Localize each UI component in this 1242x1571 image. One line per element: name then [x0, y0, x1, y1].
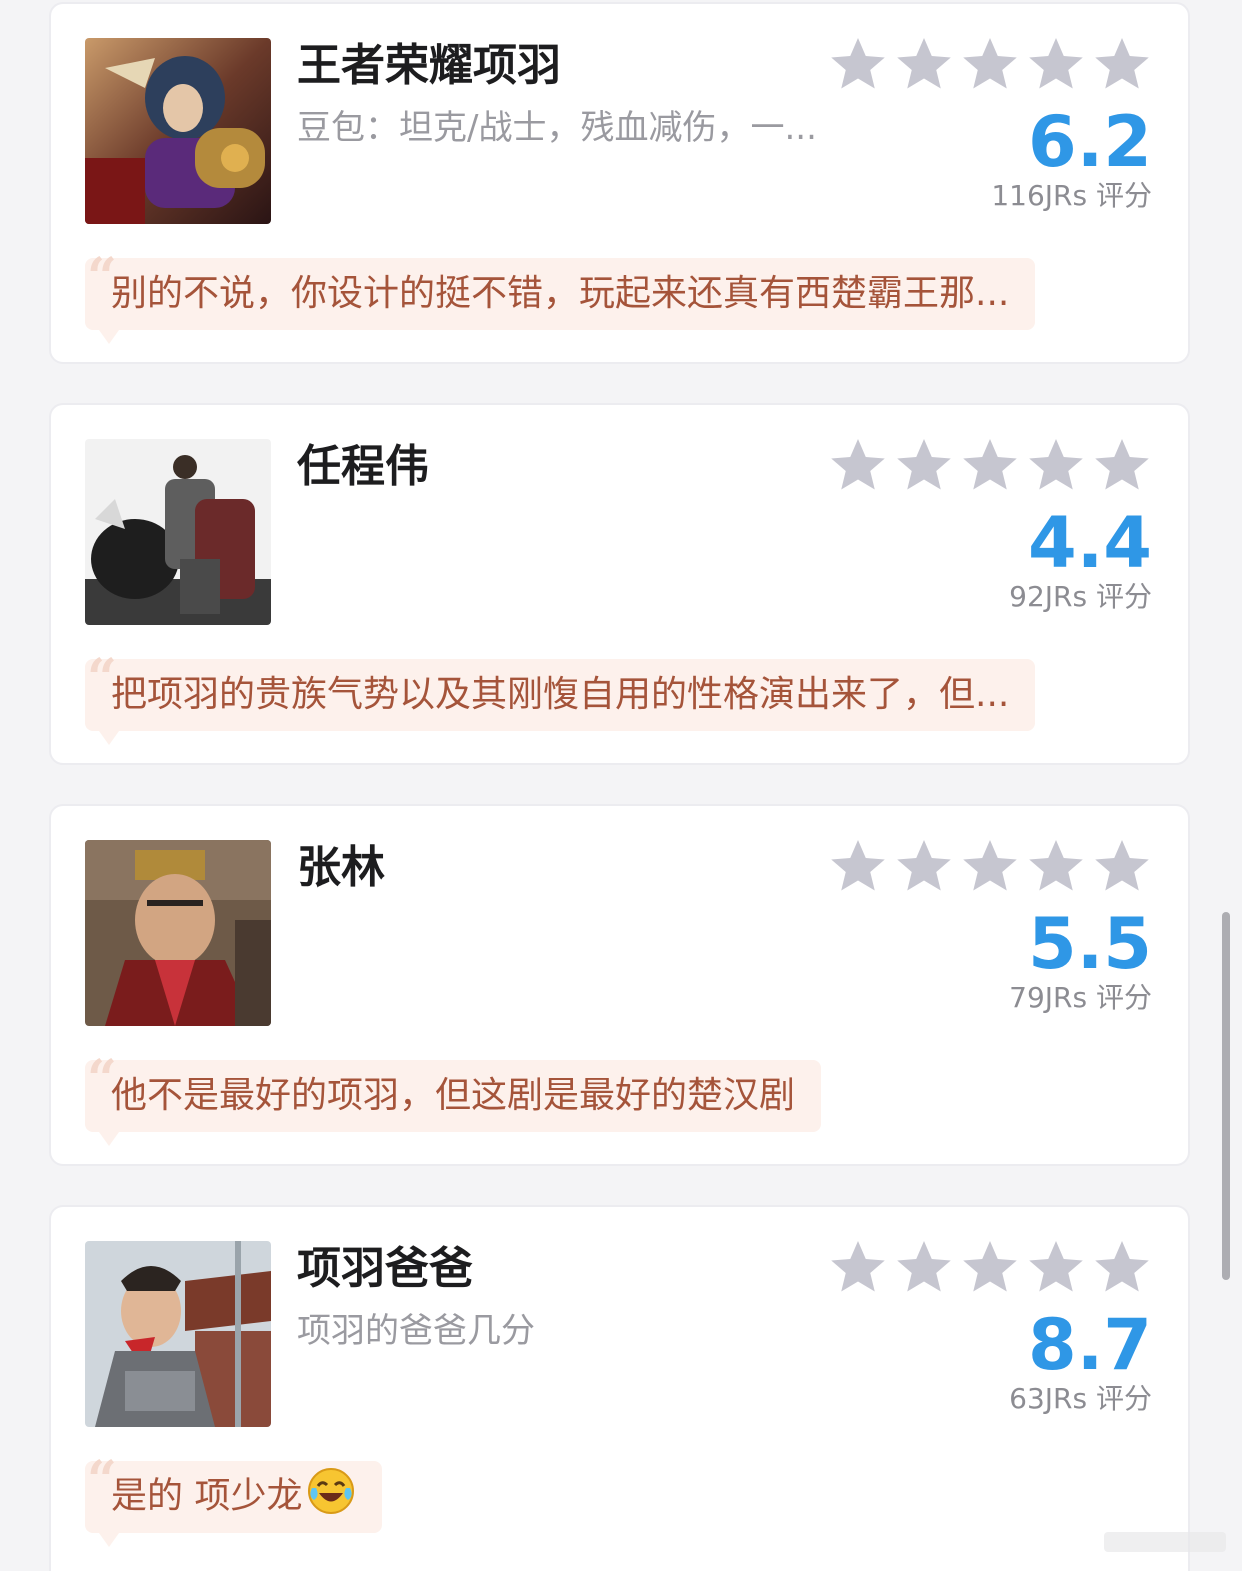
star-rating[interactable]	[828, 1237, 1152, 1297]
star-icon[interactable]	[894, 34, 954, 94]
star-icon[interactable]	[828, 1237, 888, 1297]
star-icon[interactable]	[1026, 836, 1086, 896]
comment-text: 他不是最好的项羽，但这剧是最好的楚汉剧	[111, 1075, 796, 1116]
star-rating[interactable]	[828, 836, 1152, 896]
star-icon[interactable]	[1092, 836, 1152, 896]
star-rating[interactable]	[828, 435, 1152, 495]
comment-bubble[interactable]: “ 是的 项少龙	[85, 1455, 383, 1547]
laughing-crying-emoji-icon	[306, 1466, 356, 1529]
avatar[interactable]	[85, 1241, 271, 1427]
bubble-tail	[99, 1533, 119, 1547]
subtitle: 项羽的爸爸几分	[297, 1311, 535, 1351]
name-title: 项羽爸爸	[297, 1243, 473, 1294]
actor-portrait-image	[85, 840, 271, 1026]
star-icon[interactable]	[960, 1237, 1020, 1297]
comment-bubble[interactable]: “ 把项羽的贵族气势以及其刚愎自用的性格演出来了，但...	[85, 653, 1036, 745]
actor-in-armor-image	[85, 1241, 271, 1427]
star-icon[interactable]	[828, 836, 888, 896]
comment-text: 是的 项少龙	[111, 1475, 303, 1516]
bubble-tail	[99, 1132, 119, 1146]
score: 8.7	[1027, 1304, 1152, 1386]
star-icon[interactable]	[894, 836, 954, 896]
star-icon[interactable]	[1092, 1237, 1152, 1297]
comment-text: 把项羽的贵族气势以及其刚愎自用的性格演出来了，但...	[111, 674, 1010, 715]
bubble-tail	[99, 731, 119, 745]
star-rating[interactable]	[828, 34, 1152, 94]
name-title: 张林	[297, 842, 385, 893]
comment-line: 是的 项少龙	[111, 1466, 356, 1529]
star-icon[interactable]	[1026, 1237, 1086, 1297]
star-icon[interactable]	[1026, 435, 1086, 495]
star-icon[interactable]	[894, 1237, 954, 1297]
star-icon[interactable]	[828, 435, 888, 495]
name-title: 任程伟	[297, 441, 429, 492]
star-icon[interactable]	[1092, 435, 1152, 495]
rating-count: 116JRs 评分	[991, 179, 1152, 212]
rating-count: 92JRs 评分	[1009, 580, 1152, 613]
score: 5.5	[1027, 903, 1152, 985]
name-title: 王者荣耀项羽	[297, 40, 561, 91]
comment-text: 别的不说，你设计的挺不错，玩起来还真有西楚霸王那...	[111, 273, 1010, 314]
star-icon[interactable]	[960, 435, 1020, 495]
avatar[interactable]	[85, 840, 271, 1026]
star-icon[interactable]	[960, 34, 1020, 94]
score: 6.2	[1027, 101, 1152, 183]
bubble-tail	[99, 330, 119, 344]
watermark	[1100, 1524, 1230, 1558]
star-icon[interactable]	[960, 836, 1020, 896]
actor-on-horse-image	[85, 439, 271, 625]
rating-card[interactable]: 王者荣耀项羽 豆包：坦克/战士，残血减伤，一... 6.2 116JRs 评分 …	[49, 2, 1190, 364]
comment-bubble[interactable]: “ 他不是最好的项羽，但这剧是最好的楚汉剧	[85, 1054, 822, 1146]
star-icon[interactable]	[894, 435, 954, 495]
scrollbar[interactable]	[1222, 912, 1230, 1280]
star-icon[interactable]	[1026, 34, 1086, 94]
rating-count: 63JRs 评分	[1009, 1382, 1152, 1415]
star-icon[interactable]	[828, 34, 888, 94]
subtitle: 豆包：坦克/战士，残血减伤，一...	[297, 108, 817, 148]
rating-card[interactable]: 任程伟 4.4 92JRs 评分 “ 把项羽的贵族气势以及其刚愎自用的性格演出来…	[49, 403, 1190, 765]
avatar[interactable]	[85, 38, 271, 224]
rating-count: 79JRs 评分	[1009, 981, 1152, 1014]
rating-card[interactable]: 项羽爸爸 项羽的爸爸几分 8.7 63JRs 评分 “ 是的 项少龙	[49, 1205, 1190, 1571]
score: 4.4	[1027, 502, 1152, 584]
comment-bubble[interactable]: “ 别的不说，你设计的挺不错，玩起来还真有西楚霸王那...	[85, 252, 1036, 344]
star-icon[interactable]	[1092, 34, 1152, 94]
avatar[interactable]	[85, 439, 271, 625]
game-character-image	[85, 38, 271, 224]
rating-card[interactable]: 张林 5.5 79JRs 评分 “ 他不是最好的项羽，但这剧是最好的楚汉剧	[49, 804, 1190, 1166]
